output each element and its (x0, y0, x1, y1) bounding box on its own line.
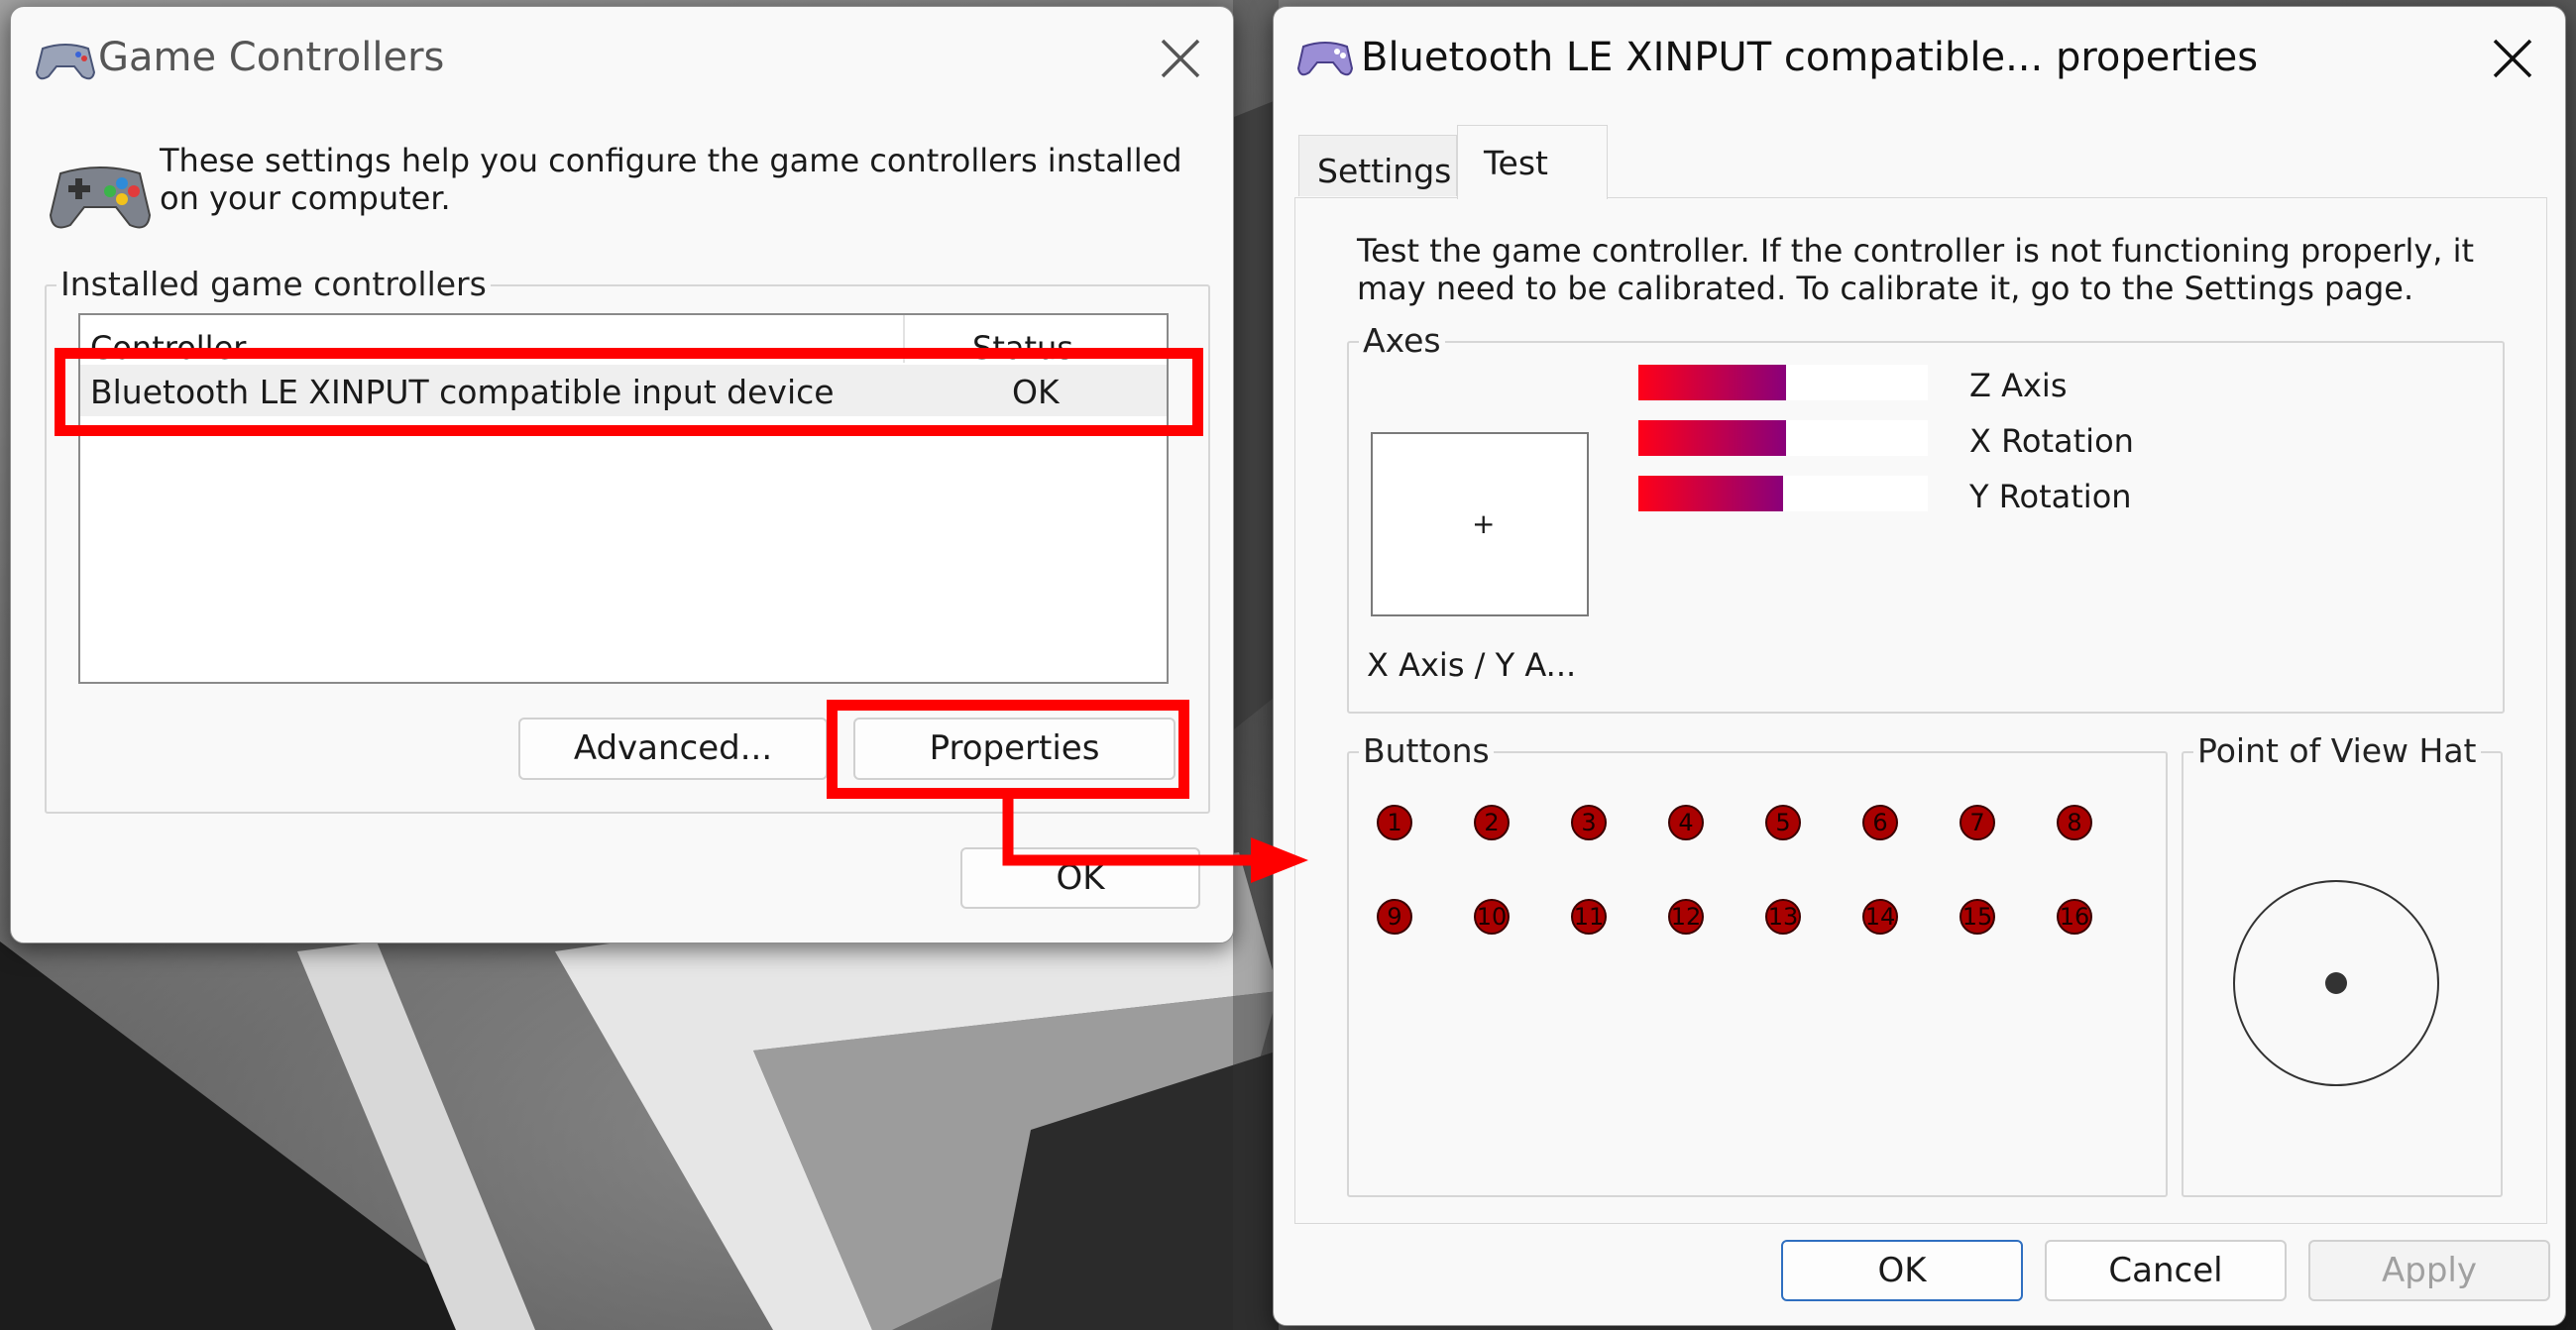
annotation-arrow (1002, 799, 1308, 883)
tab-test-label: Test (1484, 144, 1548, 182)
tab-test[interactable]: Test (1457, 125, 1608, 199)
